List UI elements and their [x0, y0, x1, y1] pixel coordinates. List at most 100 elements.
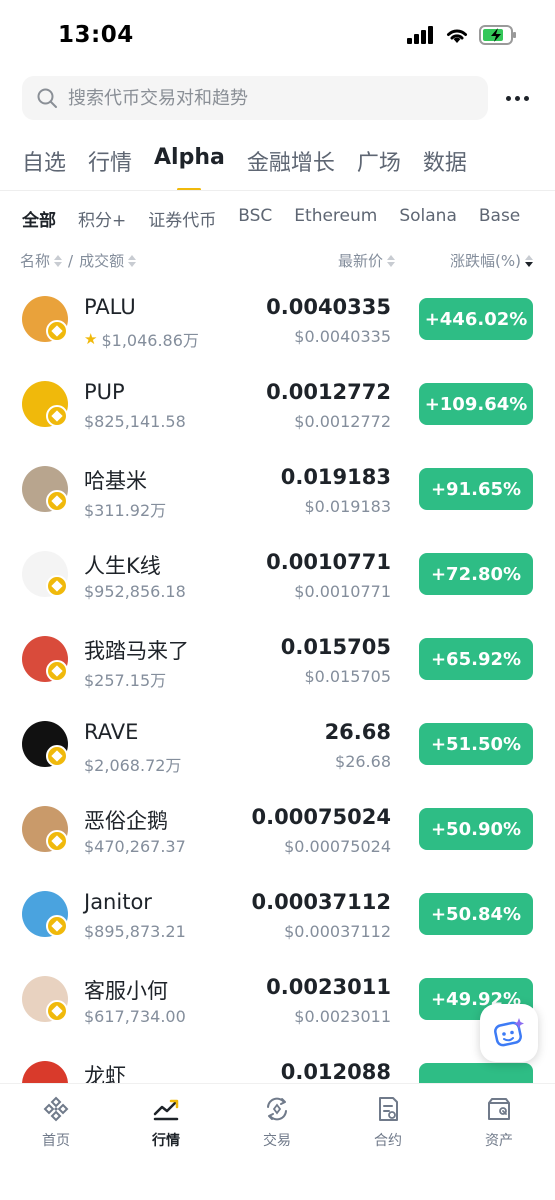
token-price-usd: $0.019183: [304, 497, 391, 516]
token-row[interactable]: 客服小何 $617,734.00 0.0023011 $0.0023011 +4…: [0, 958, 555, 1043]
nav-markets[interactable]: 行情: [121, 1094, 211, 1150]
tab-markets[interactable]: 行情: [88, 145, 132, 187]
column-header: 名称 / 成交额 最新价 涨跌幅(%): [0, 250, 555, 272]
wifi-icon: [445, 26, 469, 44]
nav-assets[interactable]: 资产: [454, 1094, 544, 1150]
token-price-usd: $0.015705: [304, 667, 391, 686]
status-bar: 13:04: [0, 0, 555, 70]
token-price-usd: $26.68: [335, 752, 391, 771]
sort-icon: [128, 254, 137, 267]
token-volume: $2,068.72万: [84, 752, 181, 776]
subtab-bsc[interactable]: BSC: [238, 206, 272, 231]
token-price: 0.019183: [280, 465, 391, 489]
token-row[interactable]: 人生K线 $952,856.18 0.0010771 $0.0010771 +7…: [0, 533, 555, 618]
token-volume-value: $952,856.18: [84, 582, 186, 601]
tab-square[interactable]: 广场: [357, 145, 401, 187]
token-name: RAVE: [84, 720, 139, 744]
change-badge[interactable]: +446.02%: [419, 298, 533, 340]
subtab-security-tokens[interactable]: 证券代币: [148, 206, 216, 231]
sort-price[interactable]: 最新价: [338, 250, 395, 271]
change-badge[interactable]: +50.84%: [419, 893, 533, 935]
change-badge[interactable]: +50.90%: [419, 808, 533, 850]
change-badge[interactable]: +65.92%: [419, 638, 533, 680]
token-row[interactable]: Janitor $895,873.21 0.00037112 $0.000371…: [0, 873, 555, 958]
tabs-divider: [0, 190, 555, 191]
token-volume: $257.15万: [84, 667, 166, 691]
nav-home[interactable]: 首页: [11, 1094, 101, 1150]
bsc-chain-badge-icon: [46, 915, 68, 937]
nav-trade[interactable]: 交易: [232, 1094, 322, 1150]
token-price: 0.0023011: [266, 975, 391, 999]
tab-alpha[interactable]: Alpha: [154, 145, 225, 187]
status-time: 13:04: [58, 22, 134, 48]
token-price: 0.0012772: [266, 380, 391, 404]
status-icons: [407, 25, 517, 45]
token-volume: $470,267.37: [84, 837, 186, 856]
token-volume-value: $470,267.37: [84, 837, 186, 856]
sort-icon: [387, 254, 395, 267]
token-name: PUP: [84, 380, 125, 404]
more-dot-icon: [514, 95, 520, 101]
nav-label: 行情: [152, 1133, 180, 1149]
main-tabs: 自选 行情 Alpha 金融增长 广场 数据: [22, 145, 467, 187]
nav-label: 合约: [374, 1133, 402, 1149]
token-price: 0.015705: [280, 635, 391, 659]
token-row[interactable]: RAVE $2,068.72万 26.68 $26.68 +51.50%: [0, 703, 555, 788]
token-price-usd: $0.00037112: [284, 922, 391, 941]
wallet-icon: [484, 1094, 514, 1124]
sort-icon: [54, 254, 63, 267]
token-name: 客服小何: [84, 979, 168, 1003]
binance-logo-icon: [41, 1094, 71, 1124]
token-list: PALU ★ $1,046.86万 0.0040335 $0.0040335 +4…: [0, 278, 555, 1083]
ai-assistant-button[interactable]: [480, 1004, 538, 1062]
sort-desc-icon: [525, 254, 533, 267]
tab-data[interactable]: 数据: [423, 145, 467, 187]
token-row[interactable]: PUP $825,141.58 0.0012772 $0.0012772 +10…: [0, 363, 555, 448]
more-options-button[interactable]: [501, 84, 533, 112]
bsc-chain-badge-icon: [46, 745, 68, 767]
sort-change[interactable]: 涨跌幅(%): [450, 250, 533, 271]
nav-label: 首页: [42, 1133, 70, 1149]
token-price-usd: $0.0010771: [294, 582, 391, 601]
sort-name-volume[interactable]: 名称 / 成交额: [20, 250, 137, 271]
change-badge[interactable]: +72.80%: [419, 553, 533, 595]
nav-futures[interactable]: 合约: [343, 1094, 433, 1150]
change-badge[interactable]: +51.50%: [419, 723, 533, 765]
cellular-signal-icon: [407, 26, 435, 44]
bottom-nav: 首页 行情 交易 合约 资产: [0, 1083, 555, 1200]
token-row[interactable]: 哈基米 $311.92万 0.019183 $0.019183 +91.65%: [0, 448, 555, 533]
token-price-usd: $0.0012772: [294, 412, 391, 431]
futures-doc-icon: [373, 1094, 403, 1124]
bsc-chain-badge-icon: [46, 830, 68, 852]
token-row[interactable]: 我踏马来了 $257.15万 0.015705 $0.015705 +65.92…: [0, 618, 555, 703]
subtab-solana[interactable]: Solana: [399, 206, 457, 231]
subtab-ethereum[interactable]: Ethereum: [294, 206, 377, 231]
token-volume-value: $1,046.86万: [101, 331, 199, 350]
token-volume-value: $825,141.58: [84, 412, 186, 431]
change-badge[interactable]: [419, 1063, 533, 1083]
token-volume: ★ $1,046.86万: [84, 327, 199, 351]
column-name-label: 名称: [20, 252, 51, 270]
search-input[interactable]: [68, 87, 468, 109]
token-row[interactable]: 龙虾 0.012088: [0, 1043, 555, 1083]
change-badge[interactable]: +91.65%: [419, 468, 533, 510]
token-name: 人生K线: [84, 554, 161, 578]
change-badge[interactable]: +109.64%: [419, 383, 533, 425]
bsc-chain-badge-icon: [46, 660, 68, 682]
token-avatar: [22, 1061, 68, 1083]
search-bar[interactable]: [22, 76, 488, 120]
subtab-base[interactable]: Base: [479, 206, 520, 231]
more-dot-icon: [523, 95, 529, 101]
token-price: 26.68: [324, 720, 391, 744]
nav-label: 资产: [485, 1133, 513, 1149]
bsc-chain-badge-icon: [46, 490, 68, 512]
token-name: Janitor: [84, 890, 152, 914]
column-change-label: 涨跌幅(%): [450, 252, 521, 270]
subtab-points[interactable]: 积分+: [78, 206, 126, 231]
tab-earn[interactable]: 金融增长: [247, 145, 335, 187]
token-row[interactable]: PALU ★ $1,046.86万 0.0040335 $0.0040335 +4…: [0, 278, 555, 363]
tab-favorites[interactable]: 自选: [22, 145, 66, 187]
subtab-all[interactable]: 全部: [22, 206, 56, 231]
token-volume: $895,873.21: [84, 922, 186, 941]
token-row[interactable]: 恶俗企鹅 $470,267.37 0.00075024 $0.00075024 …: [0, 788, 555, 873]
